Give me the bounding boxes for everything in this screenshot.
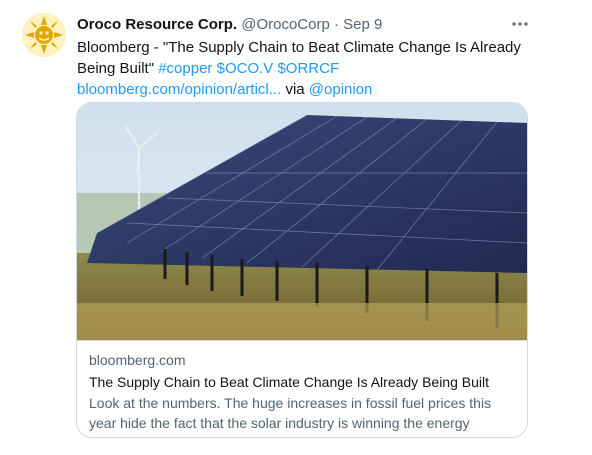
cashtag-link[interactable]: $OCO.V — [217, 60, 274, 77]
mention-link[interactable]: @opinion — [309, 81, 373, 98]
separator-dot: · — [333, 16, 339, 33]
link-card[interactable]: bloomberg.com The Supply Chain to Beat C… — [76, 102, 528, 438]
avatar[interactable] — [22, 13, 66, 57]
tweet[interactable]: Oroco Resource Corp. @OrocoCorp · Sep 9 … — [0, 0, 592, 455]
card-domain: bloomberg.com — [89, 352, 186, 368]
oroco-logo-icon — [22, 13, 66, 57]
cashtag-link[interactable]: $ORRCF — [277, 60, 339, 77]
user-handle[interactable]: @OrocoCorp — [241, 16, 330, 33]
card-title: The Supply Chain to Beat Climate Change … — [89, 374, 490, 390]
tweet-header: Oroco Resource Corp. @OrocoCorp · Sep 9 — [77, 15, 382, 35]
via-text: via — [285, 81, 305, 98]
more-options-button[interactable] — [508, 12, 532, 36]
display-name[interactable]: Oroco Resource Corp. — [77, 16, 237, 33]
more-horizontal-icon — [512, 22, 528, 26]
hashtag-link[interactable]: #copper — [158, 60, 212, 77]
tweet-text: Bloomberg - "The Supply Chain to Beat Cl… — [77, 37, 527, 100]
card-description: Look at the numbers. The huge increases … — [89, 395, 492, 437]
solar-panels-image — [77, 103, 527, 341]
tweet-date[interactable]: Sep 9 — [343, 16, 382, 33]
article-url-link[interactable]: bloomberg.com/opinion/articl... — [77, 81, 281, 98]
